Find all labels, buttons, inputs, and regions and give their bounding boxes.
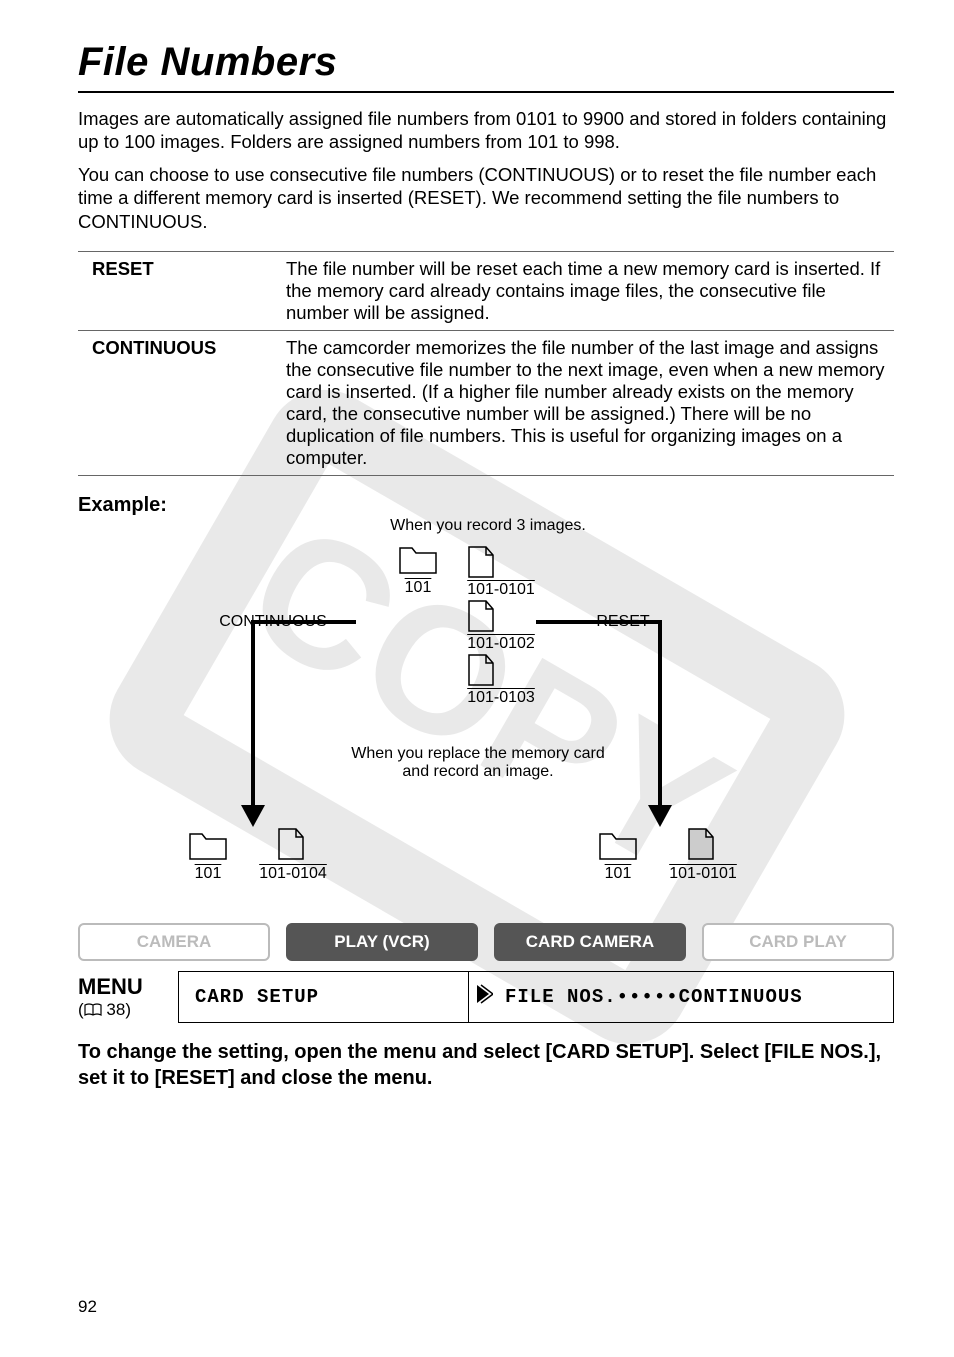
continuous-label: CONTINUOUS	[208, 613, 338, 631]
file-icon	[466, 599, 496, 633]
table-row: RESET The file number will be reset each…	[78, 251, 894, 330]
option-desc-reset: The file number will be reset each time …	[278, 251, 894, 330]
menu-step-2: FILE NOS.•••••CONTINUOUS	[499, 986, 893, 1008]
mode-card-play: CARD PLAY	[702, 923, 894, 961]
file-number-2: 101-0102	[456, 635, 546, 653]
menu-heading: MENU	[78, 974, 168, 1000]
option-desc-continuous: The camcorder memorizes the file number …	[278, 330, 894, 475]
file-number-right: 101-0101	[658, 865, 748, 883]
mode-card-camera: CARD CAMERA	[494, 923, 686, 961]
menu-path-row: MENU ( 38) CARD SETUP FILE NOS.•••••CONT…	[78, 971, 894, 1023]
page-number: 92	[78, 1297, 97, 1317]
file-number-left: 101-0104	[248, 865, 338, 883]
file-icon	[466, 545, 496, 579]
intro-paragraph-2: You can choose to use consecutive file n…	[78, 163, 894, 232]
caption-mid: When you replace the memory card and rec…	[308, 745, 648, 781]
book-icon	[84, 1003, 102, 1017]
file-number-1: 101-0101	[456, 581, 546, 599]
table-row: CONTINUOUS The camcorder memorizes the f…	[78, 330, 894, 475]
file-icon	[276, 827, 306, 861]
option-label-continuous: CONTINUOUS	[78, 330, 278, 475]
menu-path-box: CARD SETUP FILE NOS.•••••CONTINUOUS	[178, 971, 894, 1023]
folder-number-left: 101	[186, 865, 230, 883]
folder-icon	[398, 545, 438, 575]
file-icon	[466, 653, 496, 687]
mode-play-vcr: PLAY (VCR)	[286, 923, 478, 961]
folder-icon	[598, 831, 638, 861]
reset-label: RESET	[578, 613, 668, 631]
folder-number-right: 101	[596, 865, 640, 883]
ref-page: 38)	[106, 1000, 131, 1019]
file-number-3: 101-0103	[456, 689, 546, 707]
folder-icon	[188, 831, 228, 861]
example-heading: Example:	[78, 494, 894, 517]
chevron-right-icon	[469, 983, 499, 1011]
option-label-reset: RESET	[78, 251, 278, 330]
intro-text: Images are automatically assigned file n…	[78, 107, 894, 233]
folder-number-top: 101	[396, 579, 440, 597]
menu-step-1: CARD SETUP	[179, 972, 469, 1022]
intro-paragraph-1: Images are automatically assigned file n…	[78, 107, 894, 153]
instruction-text: To change the setting, open the menu and…	[78, 1039, 894, 1091]
menu-page-ref: ( 38)	[78, 1000, 168, 1020]
mode-camera: CAMERA	[78, 923, 270, 961]
mode-bar: CAMERA PLAY (VCR) CARD CAMERA CARD PLAY	[78, 923, 894, 961]
menu-label: MENU ( 38)	[78, 971, 168, 1023]
file-icon	[686, 827, 716, 861]
caption-top: When you record 3 images.	[338, 517, 638, 535]
example-diagram: When you record 3 images. 101 101-0101 1…	[78, 517, 898, 909]
options-table: RESET The file number will be reset each…	[78, 251, 894, 476]
page-title: File Numbers	[78, 40, 894, 93]
